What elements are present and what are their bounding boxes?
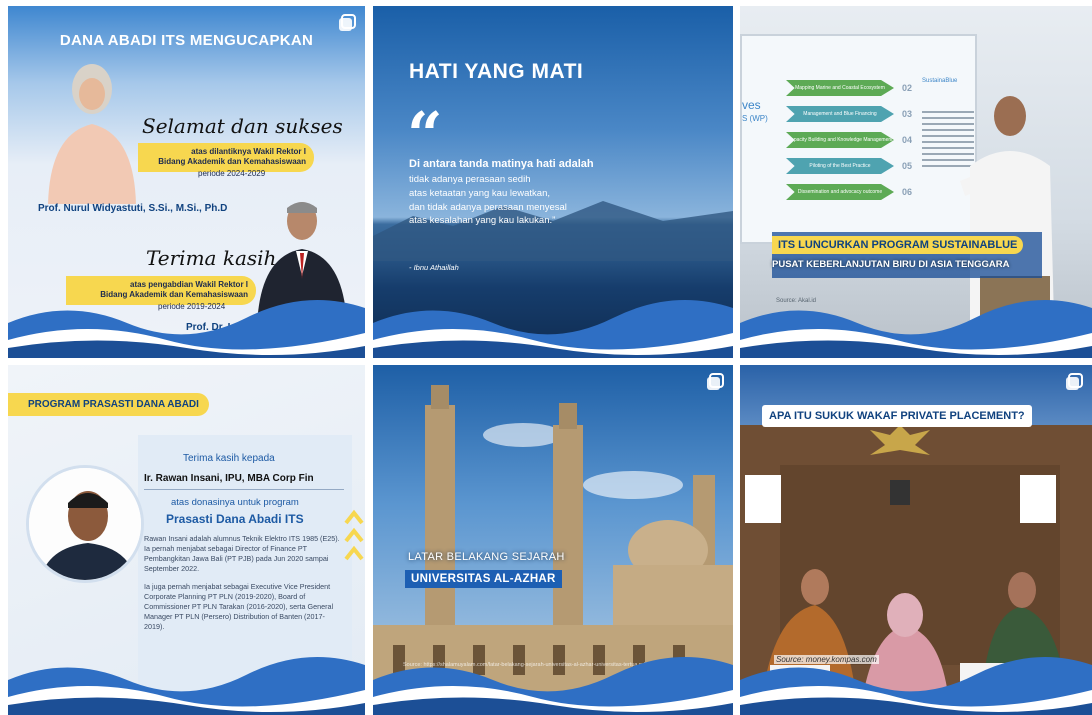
- slide-step-number: 06: [902, 187, 913, 197]
- quote-body: tidak adanya perasaan sedih atas ketaata…: [409, 173, 709, 228]
- slide-step-number: 05: [902, 161, 913, 171]
- quote-line: tidak adanya perasaan sedih: [409, 174, 531, 185]
- wave-decoration: [373, 300, 733, 358]
- slide-logo: SustainaBlue: [922, 78, 958, 84]
- headline: ITS LUNCURKAN PROGRAM SUSTAINABLUE: [772, 236, 1024, 254]
- divider: [144, 489, 344, 490]
- wave-decoration: [8, 657, 365, 715]
- slide-text: ves: [742, 98, 761, 112]
- avatar: [26, 465, 144, 583]
- portrait-photo: [48, 64, 136, 204]
- program-name: Prasasti Dana Abadi ITS: [166, 512, 304, 526]
- slide-step: Capacity Building and Knowledge Manageme…: [786, 132, 894, 148]
- post-title: UNIVERSITAS AL-AZHAR: [405, 570, 562, 588]
- program-tag: PROGRAM PRASASTI DANA ABADI: [8, 393, 209, 416]
- multi-post-icon: [1066, 373, 1083, 390]
- thanks-script: Terima kasih: [146, 246, 277, 270]
- quote-icon: “: [407, 98, 443, 171]
- quote-heading: Di antara tanda matinya hati adalah: [409, 158, 594, 170]
- quote-author: - Ibnu Athaillah: [409, 263, 459, 272]
- multi-post-icon: [707, 373, 724, 390]
- subheadline: PUSAT KEBERLANJUTAN BIRU DI ASIA TENGGAR…: [772, 259, 1010, 270]
- quote-line: atas kesalahan yang kau lakukan.”: [409, 215, 556, 227]
- post-title: APA ITU SUKUK WAKAF PRIVATE PLACEMENT?: [762, 405, 1032, 427]
- donor-bio: Rawan Insani adalah alumnus Teknik Elekt…: [144, 534, 344, 639]
- post-tile-hati-yang-mati[interactable]: HATI YANG MATI “ Di antara tanda matinya…: [373, 6, 733, 358]
- wave-decoration: [740, 300, 1092, 358]
- person-name: Prof. Nurul Widyastuti, S.Si., M.Si., Ph…: [38, 203, 228, 214]
- post-tile-prasasti[interactable]: PROGRAM PRASASTI DANA ABADI Terima kasih…: [8, 365, 365, 715]
- subtitle: LATAR BELAKANG SEJARAH: [408, 551, 565, 563]
- slide-step: Piloting of the Best Practice: [786, 158, 894, 174]
- bio-paragraph: Ia juga pernah menjabat sebagai Executiv…: [144, 581, 334, 631]
- slide-step-number: 04: [902, 135, 913, 145]
- donor-name: Ir. Rawan Insani, IPU, MBA Corp Fin: [144, 473, 314, 484]
- slide-step: Mapping Marine and Coastal Ecosystem: [786, 80, 894, 96]
- quote-line: atas ketaatan yang kau lewatkan,: [409, 187, 551, 199]
- highlight-line: Bidang Akademik dan Kemahasiswaan: [158, 157, 306, 167]
- donation-text: atas donasinya untuk program: [171, 497, 299, 508]
- post-title: DANA ABADI ITS MENGUCAPKAN: [59, 32, 314, 49]
- slide-text: S (WP): [742, 114, 768, 123]
- period-text: periode 2024-2029: [198, 169, 266, 178]
- chevron-up-icon: [344, 509, 364, 561]
- slide-step-number: 03: [902, 109, 913, 119]
- slide-step: Dissemination and advocacy outcome: [786, 184, 894, 200]
- multi-post-icon: [339, 14, 356, 31]
- thanks-text: Terima kasih kepada: [183, 453, 275, 464]
- quote-line: dan tidak adanya perasaan menyesal: [409, 201, 567, 213]
- post-tile-al-azhar[interactable]: LATAR BELAKANG SEJARAH UNIVERSITAS AL-AZ…: [373, 365, 733, 715]
- post-tile-sukuk-wakaf[interactable]: APA ITU SUKUK WAKAF PRIVATE PLACEMENT? S…: [740, 365, 1092, 715]
- highlight-box: atas dilantiknya Wakil Rektor I Bidang A…: [138, 143, 314, 172]
- slide-step: Management and Blue Financing: [786, 106, 894, 122]
- greeting-script: Selamat dan sukses: [142, 114, 343, 138]
- wave-decoration: [740, 657, 1092, 715]
- bio-paragraph: Rawan Insani adalah alumnus Teknik Elekt…: [144, 534, 340, 573]
- wave-decoration: [373, 657, 733, 715]
- post-tile-wakil-rektor[interactable]: DANA ABADI ITS MENGUCAPKAN Selamat dan s…: [8, 6, 365, 358]
- highlight-line: atas dilantiknya Wakil Rektor I: [191, 147, 306, 156]
- post-title: HATI YANG MATI: [409, 60, 584, 83]
- wave-decoration: [8, 300, 365, 358]
- post-tile-sustainablue[interactable]: ves S (WP) SustainaBlue Mapping Marine a…: [740, 6, 1092, 358]
- slide-step-number: 02: [902, 83, 913, 93]
